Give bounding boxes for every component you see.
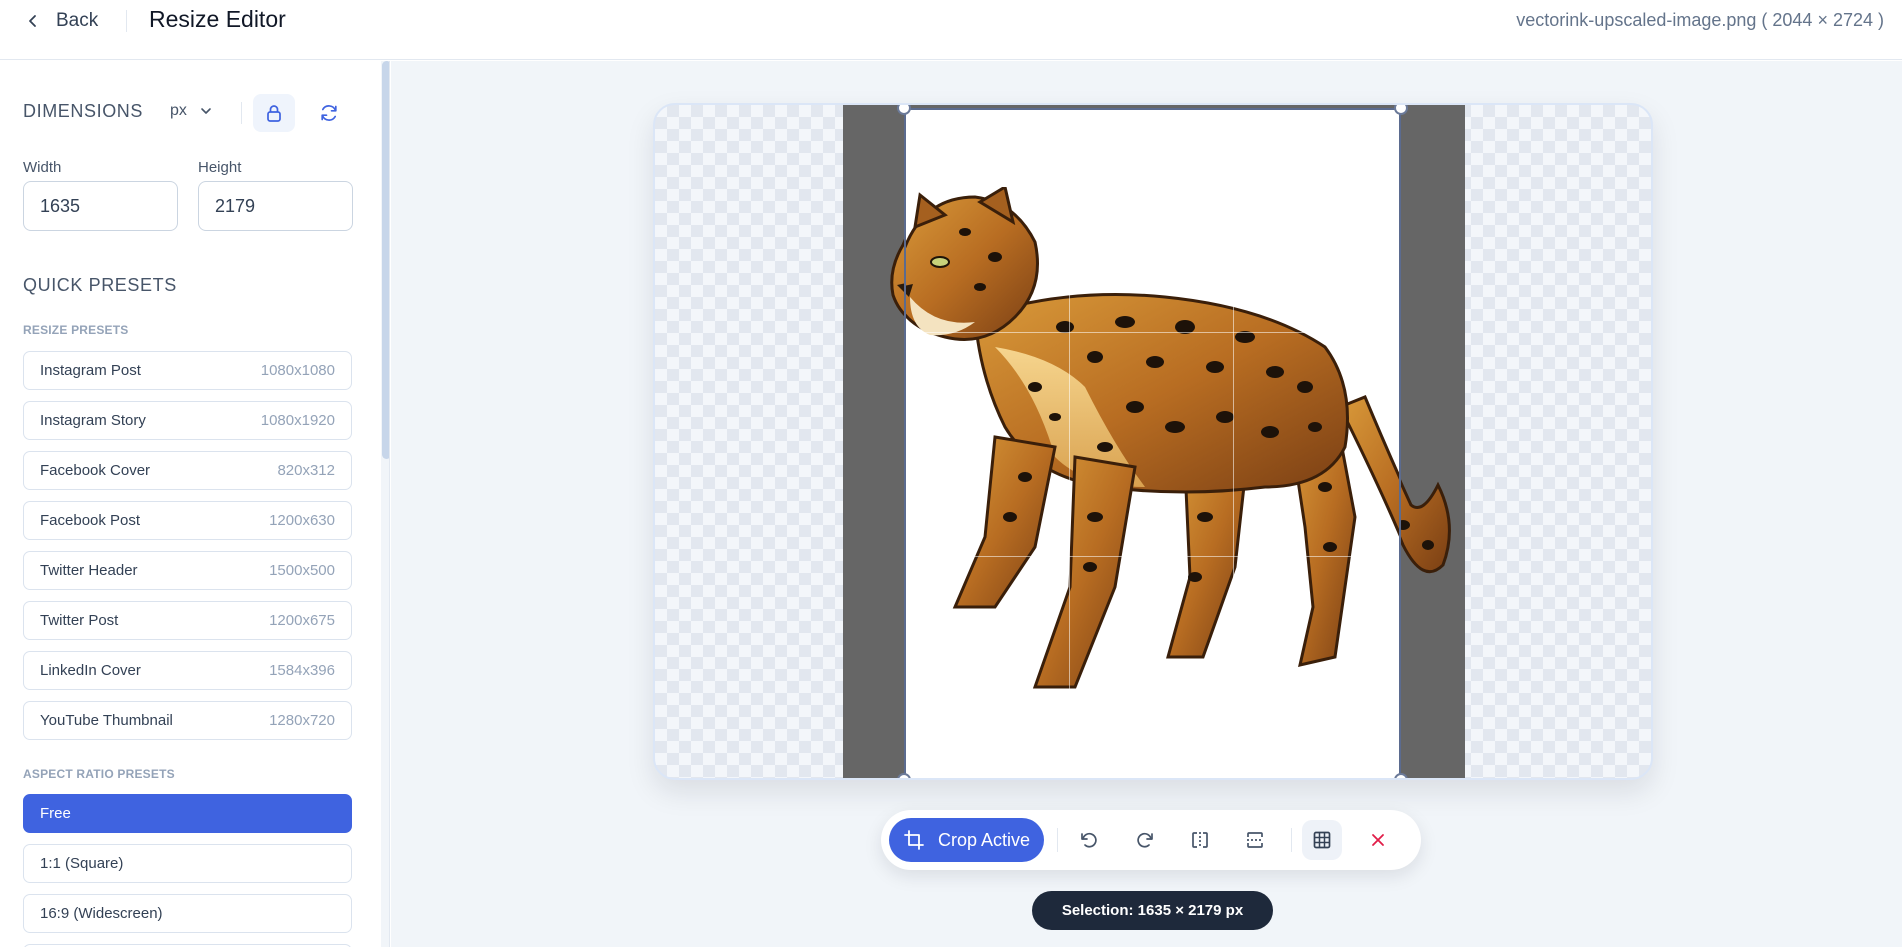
crop-grid-line [1069,110,1070,778]
preset-instagram-story[interactable]: Instagram Story 1080x1920 [23,401,352,440]
rotate-left-button[interactable] [1069,820,1109,860]
preset-size: 1280x720 [269,712,335,729]
cancel-crop-button[interactable] [1358,820,1398,860]
crop-toggle-label: Crop Active [938,829,1031,850]
preset-size: 1080x1920 [260,412,335,429]
width-label: Width [23,159,62,176]
crop-selection[interactable] [904,108,1401,778]
preset-name: Twitter Post [40,612,119,629]
flip-vertical-icon [1247,832,1263,848]
chevron-down-icon [201,108,211,114]
preset-twitter-post[interactable]: Twitter Post 1200x675 [23,601,352,640]
ratio-free[interactable]: Free [23,794,352,833]
page-title: Resize Editor [149,6,286,32]
preset-size: 1200x630 [269,512,335,529]
crop-grid-line [1233,110,1234,778]
preset-size: 1584x396 [269,662,335,679]
height-input[interactable] [198,181,353,231]
dimensions-title: DIMENSIONS [23,101,144,121]
preset-facebook-post[interactable]: Facebook Post 1200x630 [23,501,352,540]
preset-size: 820x312 [277,462,335,479]
preset-linkedin-cover[interactable]: LinkedIn Cover 1584x396 [23,651,352,690]
rotate-right-icon [1137,832,1153,848]
preset-youtube-thumbnail[interactable]: YouTube Thumbnail 1280x720 [23,701,352,740]
workspace: Crop Active Selection: 1635 × 2179 px [391,61,1902,947]
width-input[interactable] [23,181,178,231]
crop-grid-line [906,332,1399,333]
preset-name: Instagram Post [40,362,141,379]
preset-name: YouTube Thumbnail [40,712,173,729]
selection-info: Selection: 1635 × 2179 px [1032,891,1273,930]
dimensions-row: DIMENSIONS px [23,94,353,132]
chevron-left-icon [29,15,36,27]
preset-name: Facebook Cover [40,462,151,479]
ratio-widescreen[interactable]: 16:9 (Widescreen) [23,894,352,933]
preset-size: 1200x675 [269,612,335,629]
editor-toolbar: Crop Active [881,810,1421,870]
header-divider [126,10,127,32]
aspect-lock-button[interactable] [253,94,295,132]
preset-name: Twitter Header [40,562,138,579]
sidebar: DIMENSIONS px Width Height QUICK PRESETS… [0,61,390,947]
leopard-image-cropped [906,187,1399,689]
grid-icon [1313,831,1331,849]
crop-icon [904,830,924,850]
dimensions-divider [241,102,242,124]
preset-name: Facebook Post [40,512,141,529]
rotate-left-icon [1081,832,1097,848]
toolbar-divider [1057,828,1058,852]
preset-size: 1080x1080 [260,362,335,379]
crop-handle-bottom-left[interactable] [897,773,911,778]
crop-handle-bottom-right[interactable] [1394,773,1408,778]
grid-toggle-button[interactable] [1302,820,1342,860]
refresh-icon [321,105,337,121]
reset-dimensions-button[interactable] [308,94,350,132]
sidebar-scrollbar[interactable] [382,61,389,459]
ratio-square[interactable]: 1:1 (Square) [23,844,352,883]
preset-facebook-cover[interactable]: Facebook Cover 820x312 [23,451,352,490]
preset-name: LinkedIn Cover [40,662,141,679]
aspect-ratio-presets-title: ASPECT RATIO PRESETS [23,767,175,781]
canvas [653,103,1653,780]
toolbar-divider [1291,828,1292,852]
preset-size: 1500x500 [269,562,335,579]
unit-select[interactable]: px [170,102,213,120]
height-label: Height [198,159,242,176]
file-info: vectorink-upscaled-image.png ( 2044 × 27… [1516,10,1884,30]
flip-vertical-button[interactable] [1235,820,1275,860]
flip-horizontal-icon [1192,832,1208,848]
top-header: Back Resize Editor vectorink-upscaled-im… [0,0,1902,60]
close-icon [1372,834,1384,846]
preset-name: Instagram Story [40,412,146,429]
crop-toggle-button[interactable]: Crop Active [889,818,1044,862]
unit-value: px [170,102,187,119]
crop-grid-line [906,556,1399,557]
preset-instagram-post[interactable]: Instagram Post 1080x1080 [23,351,352,390]
lock-icon [267,105,281,122]
back-button[interactable]: Back [26,8,98,34]
rotate-right-button[interactable] [1125,820,1165,860]
quick-presets-title: QUICK PRESETS [23,275,177,295]
flip-horizontal-button[interactable] [1180,820,1220,860]
resize-presets-title: RESIZE PRESETS [23,323,129,337]
preset-twitter-header[interactable]: Twitter Header 1500x500 [23,551,352,590]
back-label: Back [56,10,99,31]
